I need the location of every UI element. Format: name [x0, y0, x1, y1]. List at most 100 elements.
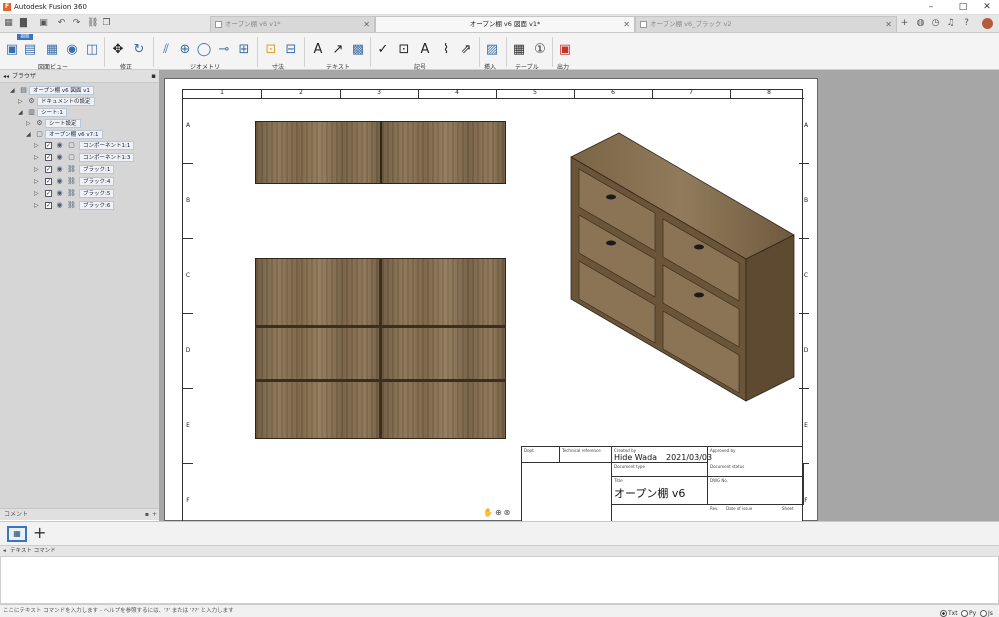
- table-icon[interactable]: ▦: [511, 41, 527, 57]
- job-status-icon[interactable]: ◷: [930, 18, 941, 29]
- balloon-icon[interactable]: ①: [532, 41, 548, 57]
- text-command-output[interactable]: [0, 556, 999, 604]
- visibility-checkbox[interactable]: ✓: [45, 190, 52, 197]
- surface-texture-icon[interactable]: ✓: [375, 41, 391, 57]
- feature-control-frame-icon[interactable]: ⊡: [396, 41, 412, 57]
- sheet-thumbnail-icon[interactable]: ▦: [7, 526, 27, 542]
- text-command-input[interactable]: ここにテキスト コマンドを入力します - ヘルプを参照するには、'?' または …: [0, 604, 999, 617]
- dimension-icon[interactable]: ⊡: [263, 41, 279, 57]
- eye-icon[interactable]: ◉: [55, 165, 64, 174]
- break-view-icon[interactable]: ◫: [84, 41, 100, 57]
- collapsed-arrow-icon[interactable]: ▷: [34, 176, 41, 187]
- collapsed-arrow-icon[interactable]: ▷: [18, 96, 25, 107]
- extensions-icon[interactable]: ◍: [915, 18, 926, 29]
- visibility-checkbox[interactable]: ✓: [45, 166, 52, 173]
- center-pattern-icon[interactable]: ◯: [196, 41, 212, 57]
- collapsed-arrow-icon[interactable]: ▷: [34, 164, 41, 175]
- zoom-icon[interactable]: ⊕: [495, 508, 504, 517]
- app-grid-icon[interactable]: ▦: [3, 18, 14, 29]
- tab-design[interactable]: オープン棚 v6 v1* ✕: [210, 16, 375, 32]
- output-pdf-icon[interactable]: ▣: [557, 41, 573, 57]
- move-icon[interactable]: ✥: [110, 41, 126, 57]
- note-icon[interactable]: ▩: [350, 41, 366, 57]
- base-view-icon[interactable]: ▣: [4, 41, 20, 57]
- folder-icon[interactable]: ▇: [18, 18, 29, 29]
- copy-icon[interactable]: ❐: [101, 18, 112, 29]
- close-window-button[interactable]: ✕: [974, 1, 999, 14]
- design-doc-icon: [215, 21, 222, 28]
- zone-tick: [574, 90, 575, 98]
- undo-icon[interactable]: ↶: [56, 18, 67, 29]
- avatar[interactable]: [982, 18, 993, 29]
- rotate-icon[interactable]: ↻: [131, 41, 147, 57]
- add-comment-icon[interactable]: +: [152, 509, 157, 520]
- centerline-icon[interactable]: ⫽: [158, 41, 174, 57]
- insert-image-icon[interactable]: ▨: [484, 41, 500, 57]
- front-view-right-unit[interactable]: [381, 258, 506, 439]
- isometric-view[interactable]: [565, 129, 800, 414]
- close-tab-icon[interactable]: ✕: [363, 17, 370, 32]
- zoom-window-icon[interactable]: ⊗: [504, 508, 513, 517]
- leader-text-icon[interactable]: ↗: [330, 41, 346, 57]
- taper-icon[interactable]: ⇗: [458, 41, 474, 57]
- visibility-checkbox[interactable]: ✓: [45, 202, 52, 209]
- drawing-canvas[interactable]: 1 2 3 4 5 6 7 8 A B C D E F A B C D E F: [159, 70, 999, 529]
- edge-extension-icon[interactable]: ⊸: [216, 41, 232, 57]
- close-tab-icon[interactable]: ✕: [623, 17, 630, 32]
- collapsed-arrow-icon[interactable]: ▷: [34, 140, 41, 151]
- tab-drawing[interactable]: オープン棚 v6 図面 v1* ✕: [375, 16, 635, 32]
- maximize-button[interactable]: □: [950, 1, 976, 14]
- browser-header[interactable]: ◂◂ ブラウザ ▪: [0, 70, 159, 83]
- visibility-checkbox[interactable]: ✓: [45, 142, 52, 149]
- collapsed-arrow-icon[interactable]: ▷: [26, 118, 33, 129]
- comments-panel[interactable]: コメント ▪ +: [0, 508, 159, 520]
- collapsed-arrow-icon[interactable]: ▷: [34, 152, 41, 163]
- eye-icon[interactable]: ◉: [55, 153, 64, 162]
- radio-py[interactable]: Py: [961, 608, 976, 617]
- title-block[interactable]: Dept. Technical reference Created by App…: [521, 446, 804, 523]
- visibility-checkbox[interactable]: ✓: [45, 178, 52, 185]
- section-view-icon[interactable]: ▦: [44, 41, 60, 57]
- expand-arrow-icon[interactable]: ◢: [18, 107, 25, 118]
- tab-black[interactable]: オープン棚 v6_ブラック v2 ✕: [635, 16, 897, 32]
- expand-arrow-icon[interactable]: ◢: [10, 85, 17, 96]
- welding-icon[interactable]: ⌇: [438, 41, 454, 57]
- pin-icon[interactable]: ▪: [145, 509, 149, 520]
- minimize-button[interactable]: –: [918, 1, 944, 14]
- include-geometry-icon[interactable]: ⊞: [236, 41, 252, 57]
- add-sheet-button[interactable]: +: [33, 524, 46, 542]
- collapsed-arrow-icon[interactable]: ▷: [34, 200, 41, 211]
- projected-view-icon[interactable]: ▤: [22, 41, 38, 57]
- save-icon[interactable]: ▣: [38, 18, 49, 29]
- collapse-icon[interactable]: ◂◂: [3, 70, 9, 83]
- eye-icon[interactable]: ◉: [55, 189, 64, 198]
- eye-icon[interactable]: ◉: [55, 201, 64, 210]
- datum-identifier-icon[interactable]: A: [417, 41, 433, 57]
- text-icon[interactable]: A: [310, 41, 326, 57]
- ordinate-dimension-icon[interactable]: ⊟: [283, 41, 299, 57]
- eye-icon[interactable]: ◉: [55, 141, 64, 150]
- link-icon[interactable]: ⛓: [87, 18, 98, 29]
- expand-arrow-icon[interactable]: ◢: [26, 129, 33, 140]
- radio-js[interactable]: Js: [980, 608, 993, 617]
- front-view-left-unit[interactable]: [255, 258, 381, 439]
- sheet-bar: ▦ +: [0, 521, 999, 545]
- top-view-left-panel[interactable]: [255, 121, 381, 184]
- radio-txt[interactable]: Txt: [940, 608, 958, 617]
- notifications-icon[interactable]: ♫: [945, 18, 956, 29]
- close-tab-icon[interactable]: ✕: [885, 17, 892, 32]
- visibility-checkbox[interactable]: ✓: [45, 154, 52, 161]
- center-mark-icon[interactable]: ⊕: [177, 41, 193, 57]
- new-tab-icon[interactable]: +: [899, 18, 910, 29]
- eye-icon[interactable]: ◉: [55, 177, 64, 186]
- detail-view-icon[interactable]: ◉: [64, 41, 80, 57]
- top-view-right-panel[interactable]: [381, 121, 506, 184]
- pan-icon[interactable]: ✋: [483, 508, 495, 517]
- pin-icon[interactable]: ▪: [151, 70, 156, 83]
- collapsed-arrow-icon[interactable]: ▷: [34, 188, 41, 199]
- tab-label: オープン棚 v6 図面 v1*: [469, 20, 541, 28]
- help-icon[interactable]: ?: [961, 18, 972, 29]
- redo-icon[interactable]: ↷: [71, 18, 82, 29]
- drawing-sheet[interactable]: 1 2 3 4 5 6 7 8 A B C D E F A B C D E F: [164, 78, 818, 529]
- text-command-header[interactable]: ◂ テキスト コマンド: [0, 545, 999, 556]
